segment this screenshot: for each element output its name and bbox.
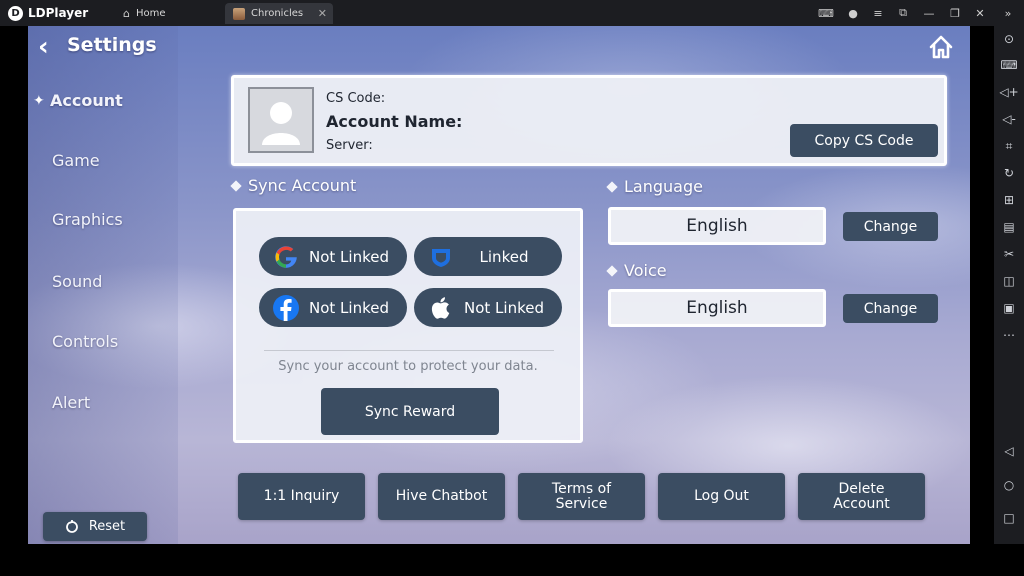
home-button[interactable]	[928, 34, 954, 60]
hive-link-status: Linked	[479, 247, 529, 266]
recents-icon[interactable]: □	[999, 509, 1019, 527]
tab-chronicles-label: Chronicles	[251, 8, 304, 19]
inquiry-button[interactable]: 1:1 Inquiry	[238, 473, 365, 520]
file-icon[interactable]: ▣	[999, 299, 1019, 317]
avatar	[248, 87, 314, 153]
nav-item-graphics[interactable]: Graphics	[52, 210, 123, 229]
multi-instance-icon[interactable]: ◫	[999, 272, 1019, 290]
log-out-button[interactable]: Log Out	[658, 473, 785, 520]
home-tab-icon: ⌂	[123, 7, 130, 20]
tab-home-label: Home	[135, 8, 166, 19]
window-mode-icon[interactable]: ⧉	[893, 4, 913, 22]
cs-code-label: CS Code:	[326, 91, 386, 106]
language-heading: Language	[606, 177, 703, 196]
account-icon[interactable]: ●	[843, 4, 863, 22]
voice-label: Voice	[624, 261, 667, 280]
voice-heading: Voice	[606, 261, 667, 280]
sync-hint-text: Sync your account to protect your data.	[278, 359, 538, 374]
reset-label: Reset	[88, 519, 126, 534]
diamond-bullet-icon	[606, 264, 618, 277]
scissors-icon[interactable]: ✂	[999, 245, 1019, 263]
volume-down-icon[interactable]: ◁-	[999, 110, 1019, 128]
sync-account-card: Not Linked Linked Not Linked Not Linked …	[233, 208, 583, 443]
page-title: Settings	[67, 34, 157, 56]
nav-item-controls[interactable]: Controls	[52, 332, 118, 351]
apple-icon	[426, 293, 456, 323]
emulator-brand: D LDPlayer	[8, 4, 88, 22]
emulator-titlebar: D LDPlayer ⌂ Home Chronicles ✕ ⌨ ● ≡ ⧉ —…	[0, 0, 1024, 26]
close-icon[interactable]: ✕	[970, 4, 990, 22]
diamond-bullet-icon	[606, 180, 618, 193]
more-icon[interactable]: ⋯	[999, 326, 1019, 344]
server-label: Server:	[326, 138, 373, 153]
game-tab-icon	[233, 7, 245, 20]
emulator-sidebar: ⊙ ⌨ ◁+ ◁- ⌗ ↻ ⊞ ▤ ✂ ◫ ▣ ⋯ ◁ ○ □	[994, 26, 1024, 544]
diamond-bullet-icon	[230, 179, 242, 192]
voice-value: English	[608, 289, 826, 327]
nav-item-account[interactable]: Account	[50, 91, 123, 110]
delete-account-button[interactable]: Delete Account	[798, 473, 925, 520]
screenshot-icon[interactable]: ⌗	[999, 137, 1019, 155]
active-spark-icon: ✦	[33, 93, 45, 109]
keyboard-icon[interactable]: ⌨	[999, 56, 1019, 74]
voice-change-button[interactable]: Change	[843, 294, 938, 323]
bottom-letterbox	[0, 544, 1024, 576]
google-link-status: Not Linked	[309, 247, 389, 266]
nav-item-sound[interactable]: Sound	[52, 272, 102, 291]
volume-up-icon[interactable]: ◁+	[999, 83, 1019, 101]
language-label: Language	[624, 177, 703, 196]
game-settings-screen: ‹ Settings ✦ Account Game Graphics Sound…	[28, 26, 970, 544]
hive-icon	[426, 242, 456, 272]
home-icon[interactable]: ○	[999, 476, 1019, 494]
brand-label: LDPlayer	[28, 6, 89, 20]
ldplayer-logo-icon: D	[8, 5, 23, 21]
settings-icon[interactable]: ⊙	[999, 30, 1019, 48]
facebook-link-button[interactable]: Not Linked	[259, 288, 407, 327]
facebook-icon	[271, 293, 301, 323]
right-letterbox	[970, 26, 994, 544]
restore-icon[interactable]: ❐	[945, 4, 965, 22]
minimize-icon[interactable]: —	[919, 4, 939, 22]
user-silhouette-icon	[262, 102, 300, 145]
reset-icon	[65, 519, 78, 533]
sidebar-toggle-icon[interactable]: »	[998, 4, 1018, 22]
house-icon	[929, 35, 953, 59]
google-link-button[interactable]: Not Linked	[259, 237, 407, 276]
left-letterbox	[0, 26, 28, 544]
language-value: English	[608, 207, 826, 245]
hive-chatbot-button[interactable]: Hive Chatbot	[378, 473, 505, 520]
account-name-label: Account Name:	[326, 112, 463, 131]
facebook-link-status: Not Linked	[309, 298, 389, 317]
reset-button[interactable]: Reset	[43, 512, 147, 541]
apple-link-status: Not Linked	[464, 298, 544, 317]
gamepad-icon[interactable]: ⌨	[816, 4, 836, 22]
terms-of-service-button[interactable]: Terms of Service	[518, 473, 645, 520]
sync-account-heading: Sync Account	[230, 176, 357, 195]
install-apk-icon[interactable]: ⊞	[999, 191, 1019, 209]
google-icon	[271, 242, 301, 272]
language-change-button[interactable]: Change	[843, 212, 938, 241]
tab-chronicles[interactable]: Chronicles ✕	[225, 3, 333, 24]
back-icon[interactable]: ◁	[999, 442, 1019, 460]
menu-icon[interactable]: ≡	[868, 4, 888, 22]
tab-close-icon[interactable]: ✕	[318, 7, 327, 20]
nav-item-game[interactable]: Game	[52, 151, 100, 170]
tab-home[interactable]: ⌂ Home	[115, 3, 223, 24]
copy-cs-code-button[interactable]: Copy CS Code	[790, 124, 938, 157]
sync-reward-button[interactable]: Sync Reward	[321, 388, 499, 435]
account-card: CS Code: Account Name: Server: Copy CS C…	[231, 75, 947, 166]
record-icon[interactable]: ▤	[999, 218, 1019, 236]
rotate-icon[interactable]: ↻	[999, 164, 1019, 182]
hive-link-button[interactable]: Linked	[414, 237, 562, 276]
sync-account-label: Sync Account	[248, 176, 357, 195]
sync-divider	[264, 350, 554, 351]
apple-link-button[interactable]: Not Linked	[414, 288, 562, 327]
back-arrow-icon[interactable]: ‹	[38, 34, 60, 60]
nav-item-alert[interactable]: Alert	[52, 393, 90, 412]
